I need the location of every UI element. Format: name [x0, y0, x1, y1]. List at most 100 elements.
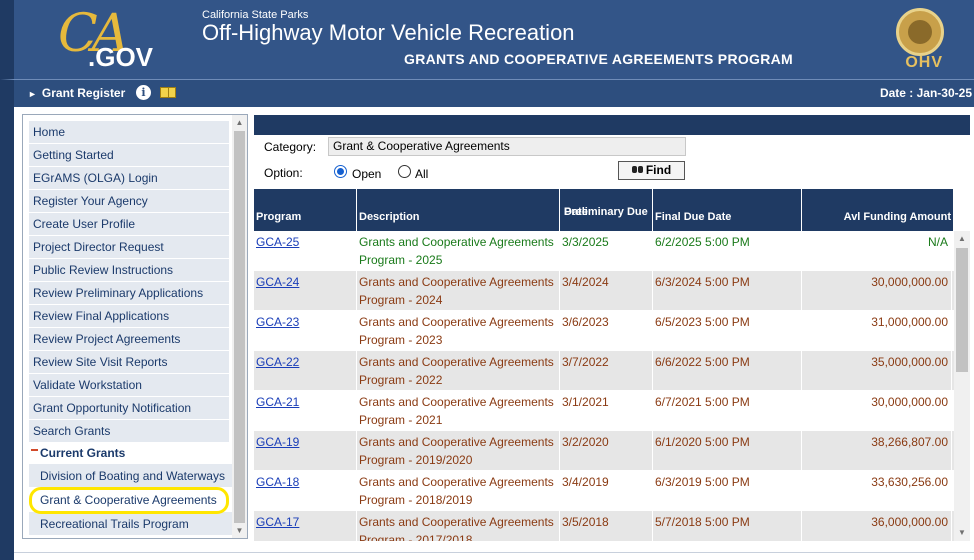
table-row: GCA-24 Grants and Cooperative Agreements… — [254, 271, 954, 311]
scroll-down-arrow-icon[interactable]: ▼ — [232, 523, 247, 538]
main-content: Category: Grant & Cooperative Agreements… — [254, 114, 974, 544]
table-header: Program Description Preliminary Due Date … — [254, 189, 954, 231]
row-preliminary-due: 3/6/2023 — [560, 311, 653, 351]
table-scroll-thumb[interactable] — [956, 248, 968, 372]
table-row: GCA-25 Grants and Cooperative Agreements… — [254, 231, 954, 271]
scroll-up-arrow-icon[interactable]: ▲ — [954, 231, 970, 247]
option-label: Option: — [264, 166, 303, 180]
sidebar-nav: Home Getting Started EGrAMS (OLGA) Login… — [22, 114, 248, 539]
current-date: Date : Jan-30-25 — [879, 86, 972, 100]
nav-list: Home Getting Started EGrAMS (OLGA) Login… — [29, 121, 234, 536]
row-amount: 30,000,000.00 — [802, 391, 952, 431]
nav-item-search-grants[interactable]: Search Grants — [29, 420, 229, 443]
col-header-final-due[interactable]: Final Due Date — [653, 189, 802, 231]
program-link[interactable]: GCA-18 — [256, 475, 299, 489]
nav-group-label: Current Grants — [40, 446, 126, 460]
row-description: Grants and Cooperative Agreements Program… — [357, 431, 560, 471]
sidebar-scroll-thumb[interactable] — [234, 131, 245, 523]
row-preliminary-due: 3/5/2018 — [560, 511, 653, 541]
program-link[interactable]: GCA-24 — [256, 275, 299, 289]
binoculars-icon — [631, 165, 643, 174]
row-preliminary-due: 3/7/2022 — [560, 351, 653, 391]
program-link[interactable]: GCA-19 — [256, 435, 299, 449]
table-row: GCA-22 Grants and Cooperative Agreements… — [254, 351, 954, 391]
grant-register-link[interactable]: ► Grant Register — [28, 86, 125, 100]
program-link[interactable]: GCA-21 — [256, 395, 299, 409]
nav-item-grant-opportunity-notification[interactable]: Grant Opportunity Notification — [29, 397, 229, 420]
nav-item-project-director-request[interactable]: Project Director Request — [29, 236, 229, 259]
all-radio[interactable] — [398, 165, 411, 178]
row-amount: 35,000,000.00 — [802, 351, 952, 391]
find-button[interactable]: Find — [618, 161, 685, 180]
row-final-due: 6/5/2023 5:00 PM — [653, 311, 802, 351]
col-header-preliminary-due[interactable]: Preliminary Due Date — [560, 189, 653, 231]
nav-item-review-site-visit-reports[interactable]: Review Site Visit Reports — [29, 351, 229, 374]
site-header: CA .GOV California State Parks Off-Highw… — [0, 0, 974, 79]
program-link[interactable]: GCA-25 — [256, 235, 299, 249]
row-amount: N/A — [802, 231, 952, 271]
all-radio-label[interactable]: All — [415, 167, 428, 181]
scroll-up-arrow-icon[interactable]: ▲ — [232, 115, 247, 130]
program-link[interactable]: GCA-22 — [256, 355, 299, 369]
nav-item-public-review-instructions[interactable]: Public Review Instructions — [29, 259, 229, 282]
open-radio-label[interactable]: Open — [352, 167, 381, 181]
nav-item-egrams-login[interactable]: EGrAMS (OLGA) Login — [29, 167, 229, 190]
content-top-band — [254, 115, 970, 135]
category-field: Grant & Cooperative Agreements — [328, 137, 686, 156]
row-amount: 31,000,000.00 — [802, 311, 952, 351]
row-description: Grants and Cooperative Agreements Program… — [357, 231, 560, 271]
nav-sub-recreational-trails[interactable]: Recreational Trails Program — [29, 512, 234, 536]
find-button-label: Find — [645, 163, 672, 177]
row-final-due: 6/6/2022 5:00 PM — [653, 351, 802, 391]
arrow-right-icon: ► — [28, 89, 37, 99]
col-header-amount[interactable]: Avl Funding Amount — [802, 189, 954, 231]
program-link[interactable]: GCA-17 — [256, 515, 299, 529]
ohv-logo-text: OHV — [905, 54, 943, 71]
selection-highlight — [29, 487, 229, 514]
row-description: Grants and Cooperative Agreements Program… — [357, 511, 560, 541]
table-row: GCA-23 Grants and Cooperative Agreements… — [254, 311, 954, 351]
logo-gov-text: .GOV — [88, 42, 154, 72]
table-scrollbar[interactable]: ▲ ▼ — [954, 231, 970, 541]
site-title: Off-Highway Motor Vehicle Recreation — [202, 20, 575, 45]
row-description: Grants and Cooperative Agreements Program… — [357, 391, 560, 431]
row-final-due: 6/7/2021 5:00 PM — [653, 391, 802, 431]
info-icon[interactable]: i — [136, 85, 151, 100]
nav-item-register-agency[interactable]: Register Your Agency — [29, 190, 229, 213]
row-final-due: 6/3/2024 5:00 PM — [653, 271, 802, 311]
nav-item-review-preliminary-applications[interactable]: Review Preliminary Applications — [29, 282, 229, 305]
program-link[interactable]: GCA-23 — [256, 315, 299, 329]
col-header-description[interactable]: Description — [357, 189, 560, 231]
ca-gov-logo[interactable]: CA .GOV — [54, 4, 154, 72]
scroll-down-arrow-icon[interactable]: ▼ — [954, 525, 970, 541]
table-row: GCA-21 Grants and Cooperative Agreements… — [254, 391, 954, 431]
nav-group-current-grants[interactable]: Current Grants — [29, 443, 229, 464]
row-amount: 30,000,000.00 — [802, 271, 952, 311]
row-amount: 33,630,256.00 — [802, 471, 952, 511]
category-label: Category: — [264, 140, 317, 154]
row-preliminary-due: 3/4/2024 — [560, 271, 653, 311]
row-preliminary-due: 3/3/2025 — [560, 231, 653, 271]
open-radio[interactable] — [334, 165, 347, 178]
row-final-due: 5/7/2018 5:00 PM — [653, 511, 802, 541]
row-preliminary-due: 3/4/2019 — [560, 471, 653, 511]
table-row: GCA-19 Grants and Cooperative Agreements… — [254, 431, 954, 471]
sidebar-scrollbar[interactable]: ▲ ▼ — [232, 115, 247, 538]
row-description: Grants and Cooperative Agreements Program… — [357, 471, 560, 511]
nav-item-getting-started[interactable]: Getting Started — [29, 144, 229, 167]
nav-item-create-user-profile[interactable]: Create User Profile — [29, 213, 229, 236]
table-body: GCA-25 Grants and Cooperative Agreements… — [254, 231, 954, 541]
program-title: GRANTS AND COOPERATIVE AGREEMENTS PROGRA… — [404, 51, 794, 67]
nav-item-home[interactable]: Home — [29, 121, 229, 144]
nav-sub-boating-waterways[interactable]: Division of Boating and Waterways — [29, 464, 234, 488]
row-preliminary-due: 3/2/2020 — [560, 431, 653, 471]
row-description: Grants and Cooperative Agreements Program… — [357, 271, 560, 311]
nav-item-review-final-applications[interactable]: Review Final Applications — [29, 305, 229, 328]
book-icon[interactable] — [160, 87, 176, 98]
nav-item-review-project-agreements[interactable]: Review Project Agreements — [29, 328, 229, 351]
col-header-program[interactable]: Program — [254, 189, 357, 231]
nav-item-validate-workstation[interactable]: Validate Workstation — [29, 374, 229, 397]
left-edge-band — [0, 107, 14, 560]
row-preliminary-due: 3/1/2021 — [560, 391, 653, 431]
table-row: GCA-17 Grants and Cooperative Agreements… — [254, 511, 954, 541]
